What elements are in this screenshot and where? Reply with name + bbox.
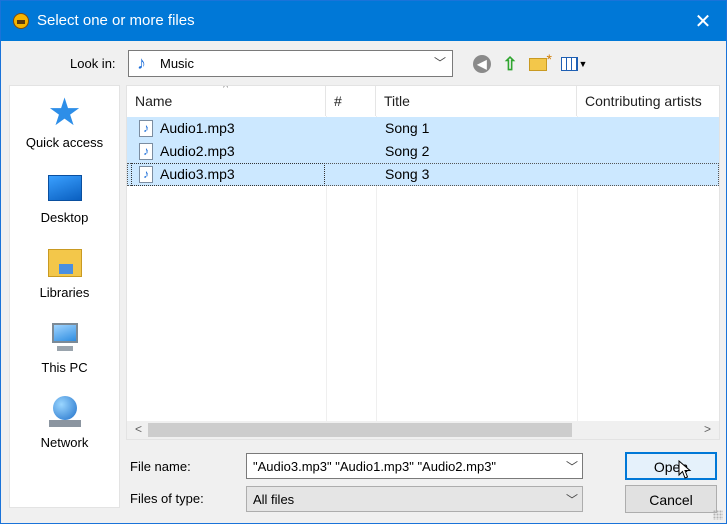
dialog-title: Select one or more files <box>37 12 195 29</box>
file-name-input[interactable]: "Audio3.mp3" "Audio1.mp3" "Audio2.mp3" ﹀ <box>246 453 583 479</box>
audio-file-icon: ♪ <box>139 120 153 137</box>
column-label: Contributing artists <box>585 93 702 109</box>
column-header-name[interactable]: Name ^ <box>127 86 326 116</box>
file-name: Audio3.mp3 <box>160 166 235 182</box>
file-list: Name ^ # Title Contributing artists ♪ Aud… <box>126 85 720 440</box>
file-name: Audio2.mp3 <box>160 143 235 159</box>
look-in-dropdown[interactable]: ♪ Music ﹀ <box>128 50 453 77</box>
chevron-down-icon: ﹀ <box>565 493 578 507</box>
cancel-button[interactable]: Cancel <box>625 485 717 513</box>
place-quick-access[interactable]: ★ Quick access <box>10 86 119 161</box>
audio-file-icon: ♪ <box>139 143 153 160</box>
back-icon[interactable]: ◀ <box>471 53 493 75</box>
file-row[interactable]: ♪ Audio3.mp3 Song 3 <box>127 163 719 186</box>
network-icon <box>47 396 83 430</box>
chevron-down-icon: ﹀ <box>433 56 446 70</box>
file-row[interactable]: ♪ Audio2.mp3 Song 2 <box>127 140 719 163</box>
this-pc-icon <box>47 321 83 355</box>
look-in-value: Music <box>160 56 194 71</box>
column-label: # <box>334 93 342 109</box>
files-of-type-dropdown[interactable]: All files ﹀ <box>246 486 583 512</box>
place-label: Network <box>40 435 89 450</box>
look-in-label: Look in: <box>70 56 116 71</box>
chevron-down-icon[interactable]: ﹀ <box>566 458 578 475</box>
app-icon <box>13 13 29 29</box>
resize-grip[interactable] <box>713 510 723 520</box>
column-header-contributing-artists[interactable]: Contributing artists <box>577 86 719 116</box>
scroll-right-icon[interactable]: > <box>699 422 716 438</box>
file-name: Audio1.mp3 <box>160 120 235 136</box>
scroll-left-icon[interactable]: < <box>130 422 147 438</box>
files-of-type-label: Files of type: <box>130 491 204 506</box>
open-file-dialog: Select one or more files ✕ Look in: ♪ Mu… <box>0 0 727 524</box>
column-label: Title <box>384 93 410 109</box>
place-label: This PC <box>41 360 88 375</box>
music-folder-icon: ♪ <box>137 53 146 73</box>
column-label: Name <box>135 93 173 109</box>
sort-ascending-icon: ^ <box>223 85 229 94</box>
desktop-icon <box>47 175 82 201</box>
audio-file-icon: ♪ <box>139 166 153 183</box>
file-name-value: "Audio3.mp3" "Audio1.mp3" "Audio2.mp3" <box>253 459 497 474</box>
file-title: Song 3 <box>385 166 430 182</box>
view-menu-icon[interactable]: ▼ <box>557 53 591 75</box>
scrollbar-thumb[interactable] <box>148 423 572 437</box>
place-desktop[interactable]: Desktop <box>10 161 119 236</box>
place-label: Desktop <box>40 210 89 225</box>
place-this-pc[interactable]: This PC <box>10 311 119 386</box>
title-bar: Select one or more files ✕ <box>1 1 726 41</box>
horizontal-scrollbar[interactable]: < > <box>127 421 719 439</box>
file-name-label: File name: <box>130 459 191 474</box>
libraries-icon <box>47 249 82 277</box>
quick-access-star-icon: ★ <box>47 92 82 134</box>
file-title: Song 2 <box>385 143 430 159</box>
file-title: Song 1 <box>385 120 430 136</box>
place-label: Libraries <box>39 285 90 300</box>
place-libraries[interactable]: Libraries <box>10 236 119 311</box>
column-header-title[interactable]: Title <box>376 86 577 116</box>
open-button[interactable]: Open <box>625 452 717 480</box>
mouse-cursor-icon <box>678 460 692 479</box>
up-one-level-icon[interactable]: ⇧ <box>499 53 521 75</box>
places-bar: ★ Quick access Desktop Libraries This PC… <box>9 85 120 508</box>
close-button[interactable]: ✕ <box>680 1 726 41</box>
files-of-type-value: All files <box>253 492 295 507</box>
place-label: Quick access <box>25 135 104 150</box>
file-row[interactable]: ♪ Audio1.mp3 Song 1 <box>127 117 719 140</box>
place-network[interactable]: Network <box>10 386 119 461</box>
create-new-folder-icon[interactable] <box>527 51 552 75</box>
column-header-number[interactable]: # <box>326 86 376 116</box>
